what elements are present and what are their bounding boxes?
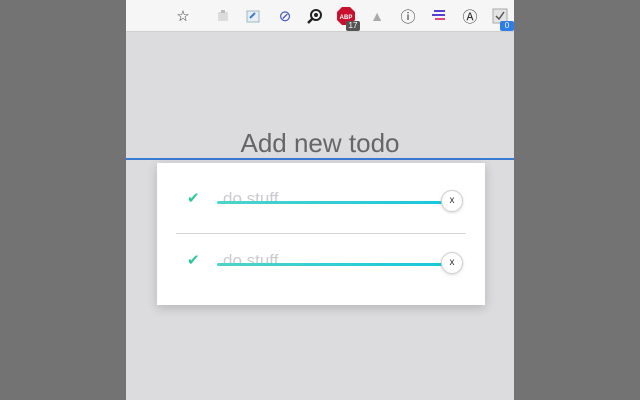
browser-toolbar: ☆ ⊘ ABP 17 ▲ ⓘ Ⓐ 0 xyxy=(126,0,514,32)
todo-item: ✔ do stuff x xyxy=(157,171,485,233)
delete-todo-button[interactable]: x xyxy=(441,252,463,274)
browser-window: ☆ ⊘ ABP 17 ▲ ⓘ Ⓐ 0 ✔ xyxy=(126,0,514,400)
todo-extension-icon[interactable]: 0 xyxy=(491,7,514,31)
info-icon[interactable]: ⓘ xyxy=(399,7,417,26)
new-todo-input[interactable] xyxy=(126,128,514,160)
checkmark-icon[interactable]: ✔ xyxy=(187,253,203,269)
adblock-badge: 17 xyxy=(346,21,360,31)
strikethrough-line xyxy=(217,201,445,204)
todo-page: ✔ do stuff x ✔ do stuff x xyxy=(126,32,514,400)
search-extension-icon[interactable] xyxy=(306,7,324,25)
todo-text: do stuff xyxy=(223,189,279,208)
a-extension-icon[interactable]: Ⓐ xyxy=(461,7,479,26)
block-icon[interactable]: ⊘ xyxy=(276,7,294,25)
extension-puzzle-icon[interactable] xyxy=(214,7,232,25)
bookmark-star-icon[interactable]: ☆ xyxy=(174,7,192,25)
todo-text: do stuff xyxy=(223,251,279,270)
list-extension-icon[interactable] xyxy=(430,7,448,25)
extension-share-icon[interactable] xyxy=(244,7,262,25)
todo-item: ✔ do stuff x xyxy=(157,233,485,295)
delete-todo-button[interactable]: x xyxy=(441,190,463,212)
drive-icon[interactable]: ▲ xyxy=(368,7,386,25)
strikethrough-line xyxy=(217,263,445,266)
todo-list: ✔ do stuff x ✔ do stuff x xyxy=(157,163,485,305)
checkmark-icon[interactable]: ✔ xyxy=(187,191,203,207)
adblock-icon[interactable]: ABP 17 xyxy=(337,7,360,31)
todo-badge: 0 xyxy=(500,21,514,31)
